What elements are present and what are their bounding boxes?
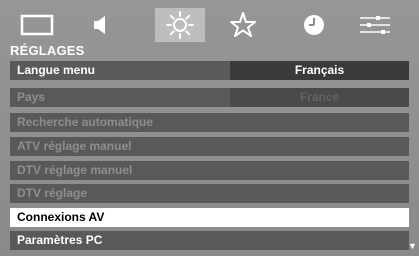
tab-timer[interactable]	[289, 8, 339, 42]
scroll-down-indicator[interactable]: ▼	[408, 242, 417, 251]
menu-tab-bar	[0, 0, 419, 44]
sound-speaker-icon	[94, 16, 105, 34]
menu-item-langue-menu[interactable]: Langue menu Français	[10, 61, 409, 80]
menu-item-connexions-av[interactable]: Connexions AV	[10, 208, 409, 227]
menu-title: RÉGLAGES	[10, 43, 85, 58]
timer-clock-icon	[304, 15, 324, 35]
osd-menu: RÉGLAGES Langue menu Français Pays Franc…	[0, 0, 419, 256]
tab-setup[interactable]	[350, 8, 400, 42]
menu-item-dtv-reglage-manuel: DTV réglage manuel	[10, 161, 409, 180]
tab-settings[interactable]	[155, 8, 205, 42]
menu-item-value[interactable]: Français	[230, 61, 409, 80]
menu-item-label: Pays	[17, 90, 46, 104]
menu-item-recherche-automatique: Recherche automatique	[10, 113, 409, 132]
menu-item-label: Connexions AV	[17, 210, 105, 224]
menu-item-label: Paramètres PC	[17, 233, 103, 247]
features-star-icon	[230, 12, 256, 37]
picture-icon	[20, 14, 54, 36]
menu-item-label: DTV réglage manuel	[17, 163, 133, 177]
tab-features[interactable]	[218, 8, 268, 42]
tab-sound[interactable]	[76, 8, 126, 42]
menu-item-label: ATV réglage manuel	[17, 139, 132, 153]
menu-item-pays: Pays France	[10, 88, 409, 107]
menu-item-parametres-pc[interactable]: Paramètres PC	[10, 231, 409, 250]
setup-sliders-icon	[360, 16, 390, 34]
menu-item-value: France	[230, 88, 409, 107]
settings-sun-icon	[166, 11, 194, 39]
menu-item-dtv-reglage: DTV réglage	[10, 184, 409, 203]
menu-item-label: Recherche automatique	[17, 115, 154, 129]
menu-item-label: DTV réglage	[17, 186, 88, 200]
menu-item-atv-reglage-manuel: ATV réglage manuel	[10, 137, 409, 156]
tab-picture[interactable]	[12, 8, 62, 42]
menu-item-label: Langue menu	[17, 63, 96, 77]
